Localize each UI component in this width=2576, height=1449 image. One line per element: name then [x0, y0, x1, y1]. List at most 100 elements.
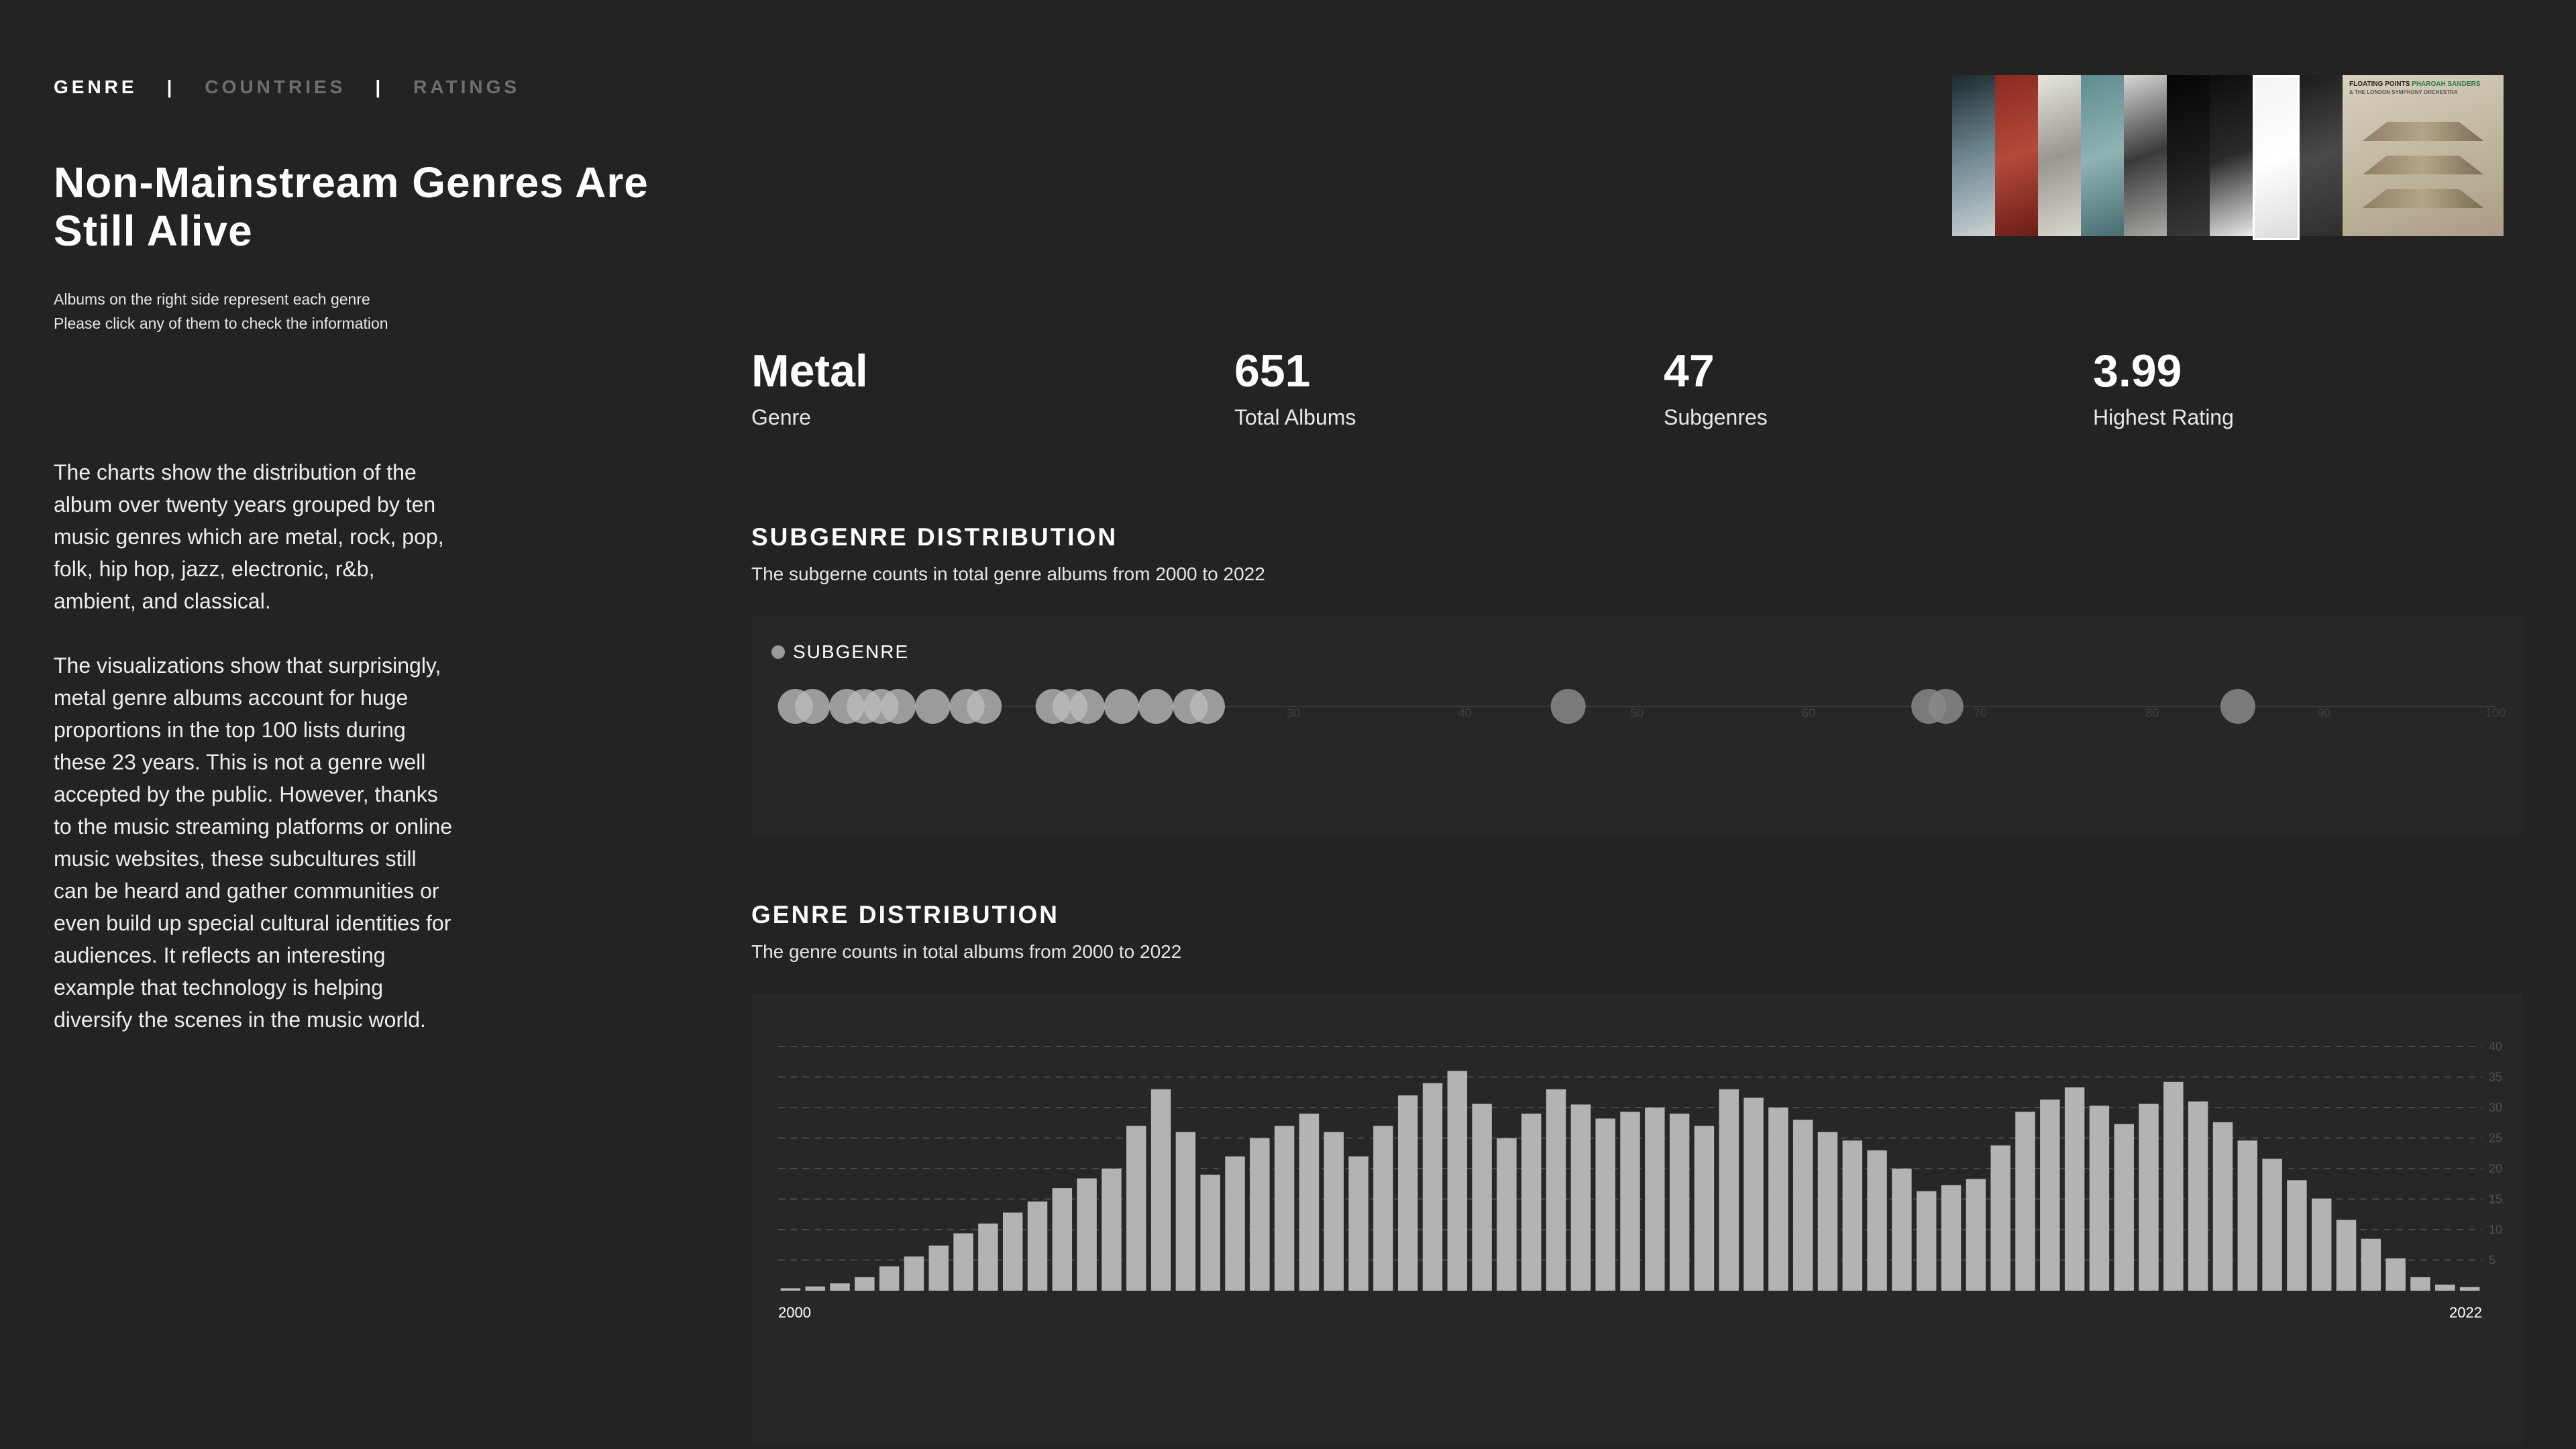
genre-bar[interactable]	[1052, 1188, 1073, 1291]
genre-bar[interactable]	[1274, 1126, 1295, 1291]
genre-bar[interactable]	[1669, 1114, 1690, 1291]
album-cover-folk[interactable]	[2081, 75, 2124, 236]
genre-bar[interactable]	[2312, 1198, 2332, 1291]
genre-bar[interactable]	[1941, 1185, 1962, 1291]
genre-bar[interactable]	[780, 1288, 801, 1291]
genre-bar[interactable]	[1150, 1089, 1171, 1291]
genre-bar[interactable]	[1892, 1169, 1912, 1291]
subgenre-point[interactable]	[1138, 689, 1174, 724]
genre-bar[interactable]	[2212, 1122, 2233, 1291]
genre-bar[interactable]	[1546, 1089, 1566, 1291]
genre-bar[interactable]	[1595, 1118, 1615, 1291]
album-cover-metal[interactable]	[1952, 75, 1995, 236]
album-cover-pop[interactable]	[2038, 75, 2081, 236]
genre-bar[interactable]	[2114, 1124, 2134, 1291]
genre-bar[interactable]	[1842, 1140, 1863, 1291]
genre-bar[interactable]	[1817, 1132, 1838, 1291]
genre-bar[interactable]	[1743, 1097, 1764, 1291]
genre-bar[interactable]	[1324, 1132, 1344, 1291]
genre-bar[interactable]	[1077, 1178, 1097, 1291]
genre-bar[interactable]	[2435, 1284, 2455, 1291]
genre-bar[interactable]	[1645, 1108, 1665, 1291]
genre-bar[interactable]	[2237, 1140, 2258, 1291]
genre-bar[interactable]	[1447, 1071, 1468, 1291]
genre-bar[interactable]	[1225, 1156, 1245, 1291]
tab-genre[interactable]: GENRE	[54, 76, 138, 98]
genre-bar[interactable]	[1867, 1150, 1887, 1291]
subgenre-point[interactable]	[1550, 689, 1586, 724]
album-cover-hip-hop[interactable]	[2124, 75, 2167, 236]
genre-bar[interactable]	[1250, 1138, 1270, 1291]
genre-bar[interactable]	[1373, 1126, 1393, 1291]
genre-bar[interactable]	[2089, 1106, 2110, 1291]
subgenre-point[interactable]	[1069, 689, 1105, 724]
stat-highest-rating-label: Highest Rating	[2093, 405, 2234, 429]
genre-bar[interactable]	[1917, 1191, 1937, 1291]
album-cover-electronic[interactable]	[2210, 75, 2253, 236]
genre-bar[interactable]	[1497, 1138, 1517, 1291]
genre-bar[interactable]	[2361, 1238, 2381, 1291]
genre-bar[interactable]	[2262, 1159, 2282, 1291]
genre-bar[interactable]	[805, 1286, 825, 1291]
subgenre-point[interactable]	[881, 689, 916, 724]
subgenre-point[interactable]	[2220, 689, 2255, 724]
genre-bar[interactable]	[2188, 1101, 2208, 1291]
genre-bar[interactable]	[1002, 1212, 1023, 1291]
genre-bar[interactable]	[1348, 1156, 1368, 1291]
genre-bar[interactable]	[1472, 1104, 1492, 1291]
genre-bar[interactable]	[1422, 1083, 1443, 1291]
genre-bar[interactable]	[1719, 1089, 1739, 1291]
genre-bar[interactable]	[2040, 1099, 2060, 1291]
subgenre-point[interactable]	[1928, 689, 1964, 724]
genre-bar[interactable]	[1570, 1104, 1591, 1291]
stat-highest-rating-value: 3.99	[2093, 345, 2182, 396]
genre-bar[interactable]	[1027, 1201, 1048, 1291]
genre-bar[interactable]	[1521, 1114, 1542, 1291]
genre-bar[interactable]	[1792, 1120, 1813, 1291]
genre-bar[interactable]	[2064, 1087, 2085, 1291]
genre-bar[interactable]	[2163, 1081, 2184, 1291]
genre-bar[interactable]	[1175, 1132, 1196, 1291]
genre-bar[interactable]	[1299, 1114, 1320, 1291]
subgenre-point[interactable]	[1190, 689, 1225, 724]
genre-bar[interactable]	[879, 1266, 900, 1291]
subgenre-point[interactable]	[795, 689, 830, 724]
genre-bar[interactable]	[1694, 1126, 1715, 1291]
strip-tick-label: 80	[2145, 706, 2159, 720]
subgenre-point[interactable]	[1104, 689, 1139, 724]
tab-countries[interactable]: COUNTRIES	[205, 76, 345, 98]
genre-bar[interactable]	[2410, 1277, 2430, 1291]
genre-bar[interactable]	[830, 1283, 850, 1291]
genre-bar[interactable]	[1966, 1179, 1986, 1291]
subgenre-point[interactable]	[967, 689, 1002, 724]
genre-bar[interactable]	[953, 1233, 973, 1291]
genre-bar[interactable]	[2385, 1258, 2406, 1291]
genre-bar[interactable]	[2015, 1112, 2035, 1291]
album-cover-rock[interactable]	[1995, 75, 2038, 236]
genre-bar[interactable]	[1200, 1175, 1220, 1291]
genre-bar[interactable]	[2459, 1287, 2480, 1291]
y-tick-label: 35	[2489, 1071, 2502, 1084]
subgenre-point[interactable]	[915, 689, 951, 724]
genre-bar[interactable]	[1990, 1145, 2010, 1291]
genre-section-title: GENRE DISTRIBUTION	[751, 901, 1059, 928]
genre-bar[interactable]	[2287, 1180, 2307, 1291]
genre-bar[interactable]	[928, 1245, 949, 1291]
genre-bar[interactable]	[2139, 1104, 2159, 1291]
genre-bar[interactable]	[1397, 1095, 1418, 1291]
genre-bar[interactable]	[2336, 1220, 2357, 1291]
genre-bar[interactable]	[1126, 1126, 1146, 1291]
genre-bar[interactable]	[978, 1223, 998, 1291]
album-cover-ambient[interactable]	[2300, 75, 2343, 236]
genre-bar[interactable]	[1102, 1169, 1122, 1291]
genre-bar[interactable]	[1620, 1112, 1640, 1291]
genre-bar[interactable]	[904, 1256, 924, 1291]
album-cover-rnb[interactable]	[2253, 75, 2300, 240]
genre-bar[interactable]	[1768, 1108, 1788, 1291]
album-cover-jazz[interactable]	[2167, 75, 2210, 236]
tab-ratings[interactable]: RATINGS	[413, 76, 520, 98]
album-cover-classical[interactable]: FLOATING POINTS PHAROAH SANDERS & THE LON…	[2343, 75, 2504, 236]
subgenre-section-subtitle: The subgerne counts in total genre album…	[751, 564, 1265, 584]
genre-bar[interactable]	[855, 1277, 875, 1291]
cover-artist-text: PHAROAH SANDERS	[2412, 80, 2481, 88]
